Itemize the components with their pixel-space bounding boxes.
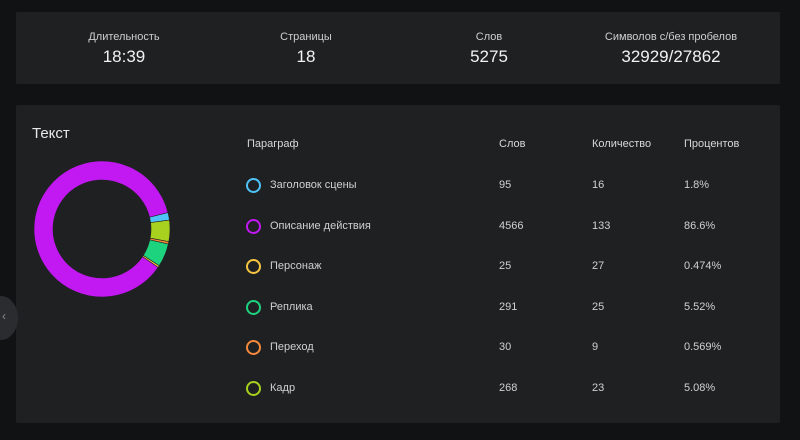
header-count: Количество: [592, 138, 652, 150]
stat-characters-label: Символов с/без пробелов: [604, 31, 738, 43]
stat-pages-value: 18: [296, 47, 316, 66]
chevron-left-icon: ‹: [2, 309, 6, 323]
stat-words-value: 5275: [470, 47, 508, 66]
row-count: 25: [592, 301, 605, 313]
stat-words: Слов 5275: [399, 30, 579, 68]
legend-circle-icon: [246, 219, 261, 234]
row-words: 25: [499, 260, 512, 272]
header-words: Слов: [499, 138, 526, 150]
stat-duration-label: Длительность: [88, 31, 160, 43]
row-count: 27: [592, 260, 605, 272]
row-count: 23: [592, 382, 605, 394]
stat-characters-value: 32929/27862: [621, 47, 721, 66]
row-count: 9: [592, 341, 599, 353]
row-name: Описание действия: [270, 220, 371, 232]
stat-pages: Страницы 18: [216, 30, 396, 68]
stats-panel: Длительность 18:39 Страницы 18 Слов 5275…: [16, 12, 780, 84]
stat-duration: Длительность 18:39: [34, 30, 214, 68]
legend-circle-icon: [246, 381, 261, 396]
row-words: 95: [499, 179, 512, 191]
row-words: 268: [499, 382, 518, 394]
table-row: Реплика 291 25 5.52%: [16, 299, 780, 319]
stat-characters: Символов с/без пробелов 32929/27862: [581, 30, 761, 68]
row-words: 4566: [499, 220, 524, 232]
row-count: 16: [592, 179, 605, 191]
table-row: Персонаж 25 27 0.474%: [16, 258, 780, 278]
row-name: Реплика: [270, 301, 313, 313]
stat-duration-value: 18:39: [102, 47, 146, 66]
header-percent: Процентов: [684, 138, 740, 150]
table-row: Переход 30 9 0.569%: [16, 339, 780, 359]
row-count: 133: [592, 220, 611, 232]
row-words: 291: [499, 301, 518, 313]
legend-circle-icon: [246, 340, 261, 355]
row-percent: 1.8%: [684, 179, 710, 191]
row-percent: 5.08%: [684, 382, 716, 394]
table-row: Описание действия 4566 133 86.6%: [16, 218, 780, 238]
row-percent: 86.6%: [684, 220, 716, 232]
legend-circle-icon: [246, 178, 261, 193]
row-name: Кадр: [270, 382, 296, 394]
table-row: Кадр 268 23 5.08%: [16, 380, 780, 400]
row-percent: 5.52%: [684, 301, 716, 313]
legend-circle-icon: [246, 300, 261, 315]
legend-circle-icon: [246, 259, 261, 274]
text-panel: Текст Параграф Слов Количество Процентов…: [16, 105, 780, 423]
row-name: Переход: [270, 341, 314, 353]
row-words: 30: [499, 341, 512, 353]
table-row: Заголовок сцены 95 16 1.8%: [16, 177, 780, 197]
panel-title: Текст: [32, 125, 70, 142]
row-name: Персонаж: [270, 260, 322, 272]
row-name: Заголовок сцены: [270, 179, 357, 191]
header-paragraph: Параграф: [247, 138, 299, 150]
stat-words-label: Слов: [475, 31, 503, 43]
row-percent: 0.569%: [684, 341, 722, 353]
row-percent: 0.474%: [684, 260, 722, 272]
stat-pages-label: Страницы: [280, 31, 332, 43]
